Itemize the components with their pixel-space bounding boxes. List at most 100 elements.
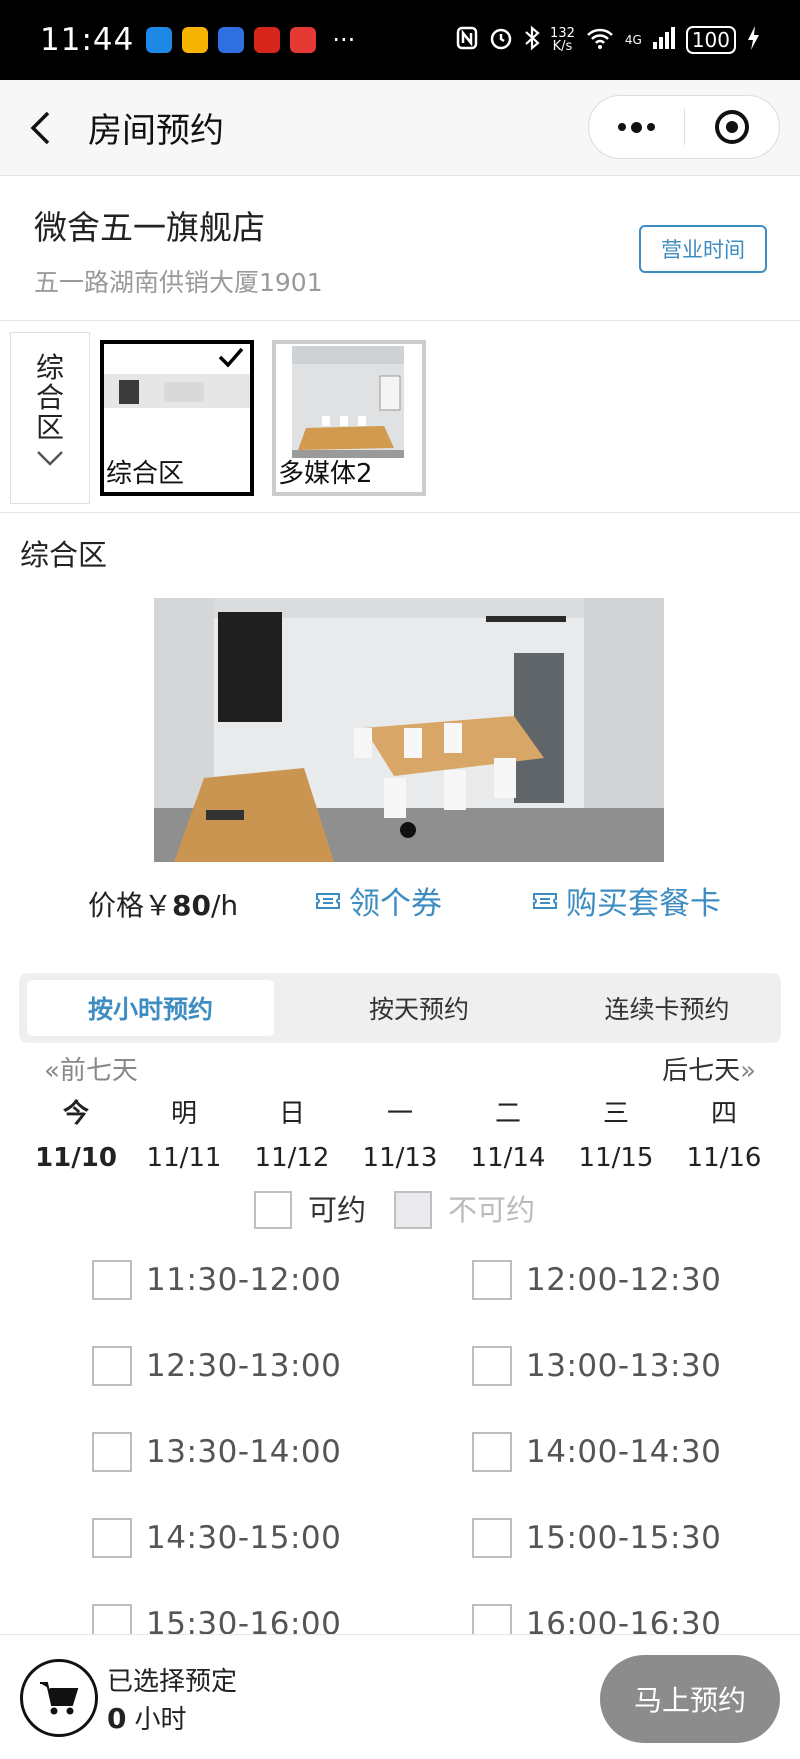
business-hours-button[interactable]: 营业时间: [639, 225, 767, 273]
buy-package-label: 购买套餐卡: [566, 886, 721, 922]
slot-time: 13:30-14:00: [146, 1434, 342, 1470]
slot-time: 12:30-13:00: [146, 1348, 342, 1384]
chevron-left-icon: [30, 111, 50, 144]
day-weekday: 三: [602, 1099, 629, 1129]
wifi-icon: [585, 26, 615, 55]
store-address: 五一路湖南供销大厦1901: [34, 268, 323, 297]
time-slot[interactable]: 12:00-12:30: [472, 1258, 721, 1302]
next-week-label: 后七天: [662, 1056, 741, 1086]
notification-icons: ···: [146, 26, 355, 54]
time-slot[interactable]: 15:00-15:30: [472, 1516, 721, 1560]
selected-hours: 0 小时: [107, 1699, 187, 1736]
selected-hours-unit: 小时: [134, 1705, 187, 1735]
chevron-down-icon: [37, 451, 63, 466]
area-dropdown[interactable]: 综合区: [10, 332, 90, 504]
slot-checkbox[interactable]: [472, 1432, 512, 1472]
store-info: 微舍五一旗舰店 五一路湖南供销大厦1901 营业时间: [0, 177, 800, 321]
time-slot[interactable]: 14:30-15:00: [92, 1516, 341, 1560]
prev-week-button[interactable]: «前七天: [44, 1050, 138, 1087]
alarm-icon: [488, 25, 514, 56]
time-slot[interactable]: 14:00-14:30: [472, 1430, 721, 1474]
slot-time: 15:00-15:30: [526, 1520, 722, 1556]
room-thumbnail: [292, 346, 404, 458]
slot-checkbox[interactable]: [92, 1432, 132, 1472]
price: 价格￥80/h: [88, 884, 238, 924]
browser-app-icon: [218, 27, 245, 53]
price-unit: /h: [210, 889, 239, 922]
room-card-general[interactable]: 综合区: [100, 340, 254, 496]
bottom-bar: 已选择预定 0 小时 马上预约: [0, 1634, 800, 1759]
selected-hours-value: 0: [107, 1702, 127, 1735]
booking-type-tabs: 按小时预约 按天预约 连续卡预约: [19, 973, 781, 1043]
page: 11:44 ··· 132 K/s 4G 100 房间预约 微舍五一旗舰店 五一…: [0, 0, 800, 1759]
availability-legend: 可约 不可约: [0, 1190, 800, 1230]
ticket-icon: [316, 892, 340, 909]
double-chevron-left-icon: «: [44, 1056, 60, 1086]
status-time: 11:44: [40, 22, 135, 58]
time-slot[interactable]: 11:30-12:00: [92, 1258, 341, 1302]
day-item[interactable]: 今 11/10: [22, 1092, 130, 1192]
get-coupon-label: 领个券: [349, 886, 442, 922]
more-dots-icon: [617, 121, 655, 133]
get-coupon-button[interactable]: 领个券: [315, 878, 442, 923]
slot-time: 12:00-12:30: [526, 1262, 722, 1298]
day-item[interactable]: 明 11/11: [130, 1092, 238, 1192]
next-week-button[interactable]: 后七天»: [662, 1050, 756, 1087]
net-speed: 132 K/s: [550, 27, 575, 53]
tab-daily[interactable]: 按天预约: [294, 980, 544, 1036]
price-row: 价格￥80/h 领个券 购买套餐卡: [0, 876, 800, 936]
day-item[interactable]: 四 11/16: [670, 1092, 778, 1192]
message-app-icon: [146, 27, 173, 53]
day-item[interactable]: 二 11/14: [454, 1092, 562, 1192]
room-thumbnail: [104, 374, 250, 442]
signal-icon: [652, 26, 676, 55]
back-button[interactable]: [0, 80, 80, 176]
time-slot[interactable]: 13:30-14:00: [92, 1430, 341, 1474]
close-program-button[interactable]: [684, 95, 779, 159]
day-weekday: 今: [62, 1099, 89, 1129]
time-slot[interactable]: 13:00-13:30: [472, 1344, 721, 1388]
legend-unavailable-swatch: [394, 1191, 432, 1229]
day-item[interactable]: 日 11/12: [238, 1092, 346, 1192]
buy-package-button[interactable]: 购买套餐卡: [532, 878, 721, 923]
tab-consecutive-card[interactable]: 连续卡预约: [542, 980, 792, 1036]
day-item[interactable]: 一 11/13: [346, 1092, 454, 1192]
cart-button[interactable]: [20, 1659, 98, 1737]
day-date: 11/15: [578, 1143, 654, 1173]
slot-checkbox[interactable]: [472, 1518, 512, 1558]
slot-checkbox[interactable]: [472, 1346, 512, 1386]
selected-label: 已选择预定: [107, 1667, 238, 1697]
nfc-icon: [456, 26, 478, 55]
slot-time: 11:30-12:00: [146, 1262, 342, 1298]
day-selector: 今 11/10 明 11/11 日 11/12 一 11/13 二 11/14 …: [22, 1092, 778, 1192]
more-button[interactable]: [589, 95, 684, 159]
day-date: 11/16: [686, 1143, 762, 1173]
slot-checkbox[interactable]: [92, 1260, 132, 1300]
prev-week-label: 前七天: [59, 1056, 138, 1086]
legend-unavailable-label: 不可约: [448, 1193, 536, 1227]
target-icon: [714, 110, 749, 144]
day-date: 11/14: [470, 1143, 546, 1173]
room-selector: 综合区 综合区 多媒体2: [0, 322, 800, 513]
double-chevron-right-icon: »: [740, 1056, 756, 1086]
charging-icon: [746, 25, 760, 56]
shop-app-icon: [254, 27, 281, 53]
day-weekday: 二: [494, 1099, 521, 1129]
room-card-label: 多媒体2: [278, 459, 373, 489]
checkmark-icon: [218, 347, 244, 368]
legend-available-swatch: [254, 1191, 292, 1229]
slot-checkbox[interactable]: [472, 1260, 512, 1300]
day-weekday: 一: [386, 1099, 413, 1129]
book-now-button[interactable]: 马上预约: [600, 1655, 780, 1743]
slot-checkbox[interactable]: [92, 1518, 132, 1558]
area-dropdown-label: 综合区: [35, 351, 64, 444]
day-date: 11/13: [362, 1143, 438, 1173]
slot-checkbox[interactable]: [92, 1346, 132, 1386]
room-card-multimedia-2[interactable]: 多媒体2: [272, 340, 426, 496]
mini-program-capsule: [588, 95, 780, 159]
day-weekday: 明: [170, 1099, 197, 1129]
tab-hourly[interactable]: 按小时预约: [27, 980, 274, 1036]
cart-icon: [40, 1682, 79, 1715]
time-slot[interactable]: 12:30-13:00: [92, 1344, 341, 1388]
day-item[interactable]: 三 11/15: [562, 1092, 670, 1192]
